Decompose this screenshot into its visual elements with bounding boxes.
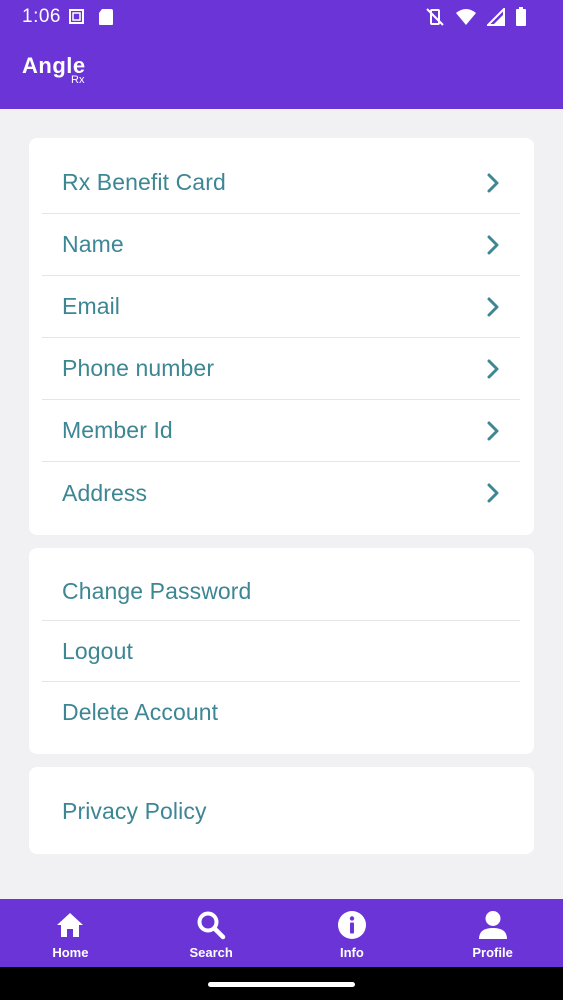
row-label: Phone number — [62, 355, 215, 381]
row-label: Rx Benefit Card — [62, 169, 226, 195]
chevron-right-icon — [478, 230, 508, 260]
nav-label: Info — [339, 945, 364, 960]
logo-sub-text: Rx — [71, 74, 85, 86]
account-actions-card: Change Password Logout Delete Account — [29, 548, 534, 754]
wifi-icon — [455, 8, 477, 31]
row-label: Address — [62, 479, 148, 506]
nav-profile[interactable]: Profile — [422, 899, 563, 967]
chevron-right-icon — [478, 292, 508, 322]
nav-home[interactable]: Home — [0, 899, 141, 967]
status-bar: 1:06 — [0, 0, 563, 34]
email-row[interactable]: Email — [42, 276, 520, 338]
chevron-right-icon — [478, 168, 508, 198]
nav-label: Profile — [472, 945, 513, 960]
change-password-row[interactable]: Change Password — [42, 562, 520, 621]
signal-icon — [485, 6, 505, 31]
bottom-nav: Home Search Info Profile — [0, 899, 563, 967]
nav-label: Home — [52, 945, 89, 960]
row-label: Privacy Policy — [62, 797, 207, 824]
row-label: Email — [62, 293, 121, 319]
home-icon — [54, 909, 86, 941]
legal-card: Privacy Policy — [29, 767, 534, 854]
logout-row[interactable]: Logout — [42, 621, 520, 682]
chevron-right-icon — [478, 354, 508, 384]
profile-icon — [477, 909, 509, 941]
nav-label: Search — [189, 945, 233, 960]
search-icon — [195, 909, 227, 941]
info-icon — [336, 909, 368, 941]
row-label: Delete Account — [62, 698, 219, 725]
row-label: Name — [62, 231, 124, 257]
vibrate-off-icon — [425, 7, 445, 32]
row-label: Change Password — [62, 577, 252, 604]
profile-details-card: Rx Benefit Card Name Email Phone number … — [29, 138, 534, 535]
nav-info[interactable]: Info — [282, 899, 423, 967]
battery-icon — [515, 7, 527, 32]
app-bar: Angle Rx — [0, 34, 563, 109]
row-label: Logout — [62, 637, 133, 664]
screenshot-icon — [68, 8, 86, 31]
system-navigation-area — [0, 967, 563, 1000]
nav-search[interactable]: Search — [141, 899, 282, 967]
delete-account-row[interactable]: Delete Account — [42, 682, 520, 742]
status-time: 1:06 — [22, 6, 61, 27]
app-logo: Angle Rx — [22, 54, 86, 87]
address-row[interactable]: Address — [42, 462, 520, 524]
chevron-right-icon — [478, 416, 508, 446]
member-id-row[interactable]: Member Id — [42, 400, 520, 462]
privacy-policy-row[interactable]: Privacy Policy — [42, 781, 520, 841]
phone-number-row[interactable]: Phone number — [42, 338, 520, 400]
row-label: Member Id — [62, 417, 173, 443]
name-row[interactable]: Name — [42, 214, 520, 276]
gesture-handle[interactable] — [208, 982, 355, 987]
chevron-right-icon — [478, 478, 508, 508]
rx-benefit-card-row[interactable]: Rx Benefit Card — [42, 152, 520, 214]
sd-card-icon — [98, 8, 114, 31]
